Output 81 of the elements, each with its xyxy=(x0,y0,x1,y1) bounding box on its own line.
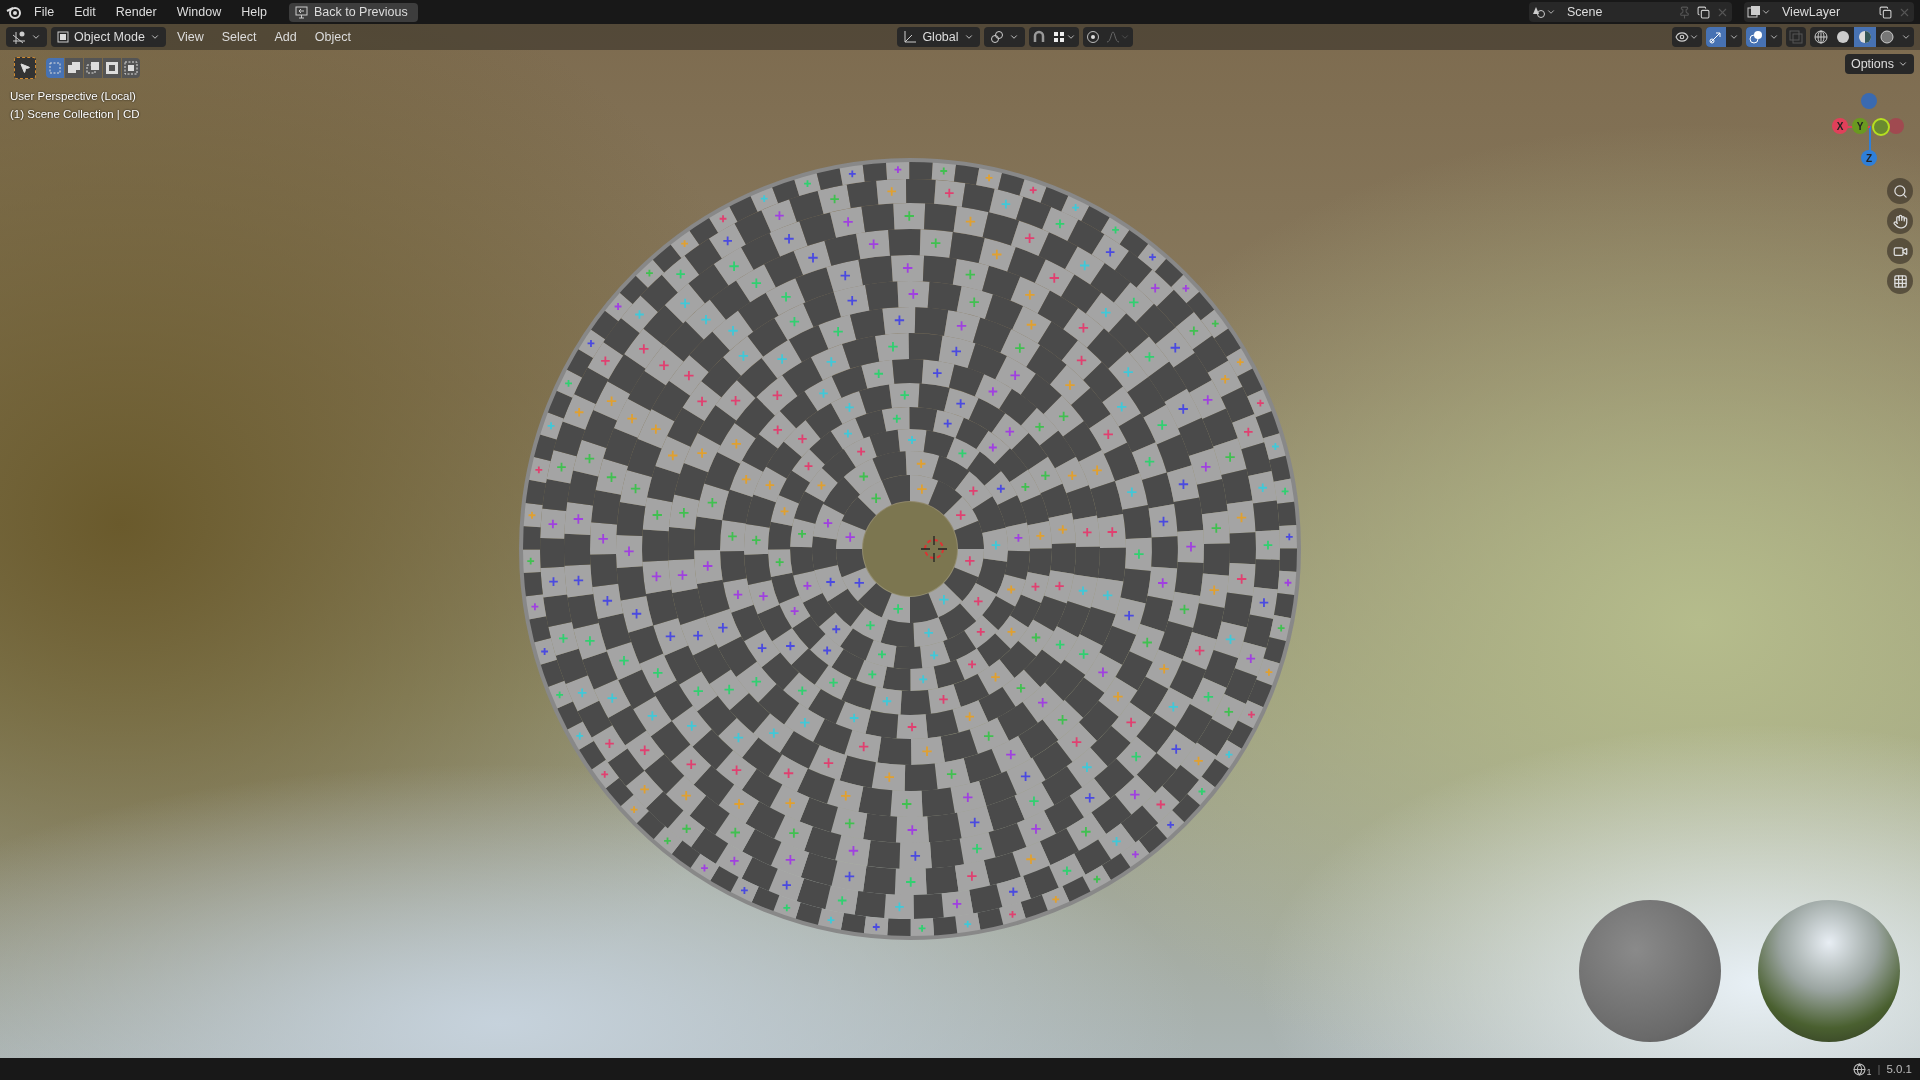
header-menu-item[interactable]: View xyxy=(169,28,211,46)
search-icon xyxy=(1892,183,1908,199)
caret-icon xyxy=(1729,32,1739,42)
overlays-toggle[interactable] xyxy=(1746,27,1766,47)
viewport-info-text: User Perspective (Local) xyxy=(10,90,136,102)
wireframe-sphere-icon xyxy=(1814,30,1828,44)
target-circle-icon xyxy=(1085,30,1100,44)
globe-icon xyxy=(1853,1062,1867,1076)
pivot-dropdown[interactable] xyxy=(983,27,1025,47)
options-dropdown[interactable]: Options xyxy=(1844,54,1914,74)
editor-type-button[interactable] xyxy=(6,27,47,47)
gizmo-arrow-icon xyxy=(1709,30,1723,44)
camera-view-button[interactable] xyxy=(1887,238,1913,264)
menu-item[interactable]: Render xyxy=(107,2,165,22)
caret-icon xyxy=(1546,7,1556,17)
back-to-previous-button[interactable]: Back to Previous xyxy=(288,2,418,22)
mode-dropdown[interactable]: Object Mode xyxy=(51,27,166,47)
select-tool-button[interactable] xyxy=(14,57,36,79)
layers-icon xyxy=(1747,5,1761,19)
scene-icon xyxy=(1532,5,1546,19)
monitor-arrow-icon xyxy=(294,5,308,19)
caret-icon xyxy=(1008,32,1019,42)
app-logo-icon[interactable] xyxy=(6,5,22,19)
copy-icon xyxy=(1879,5,1892,19)
badge-count: 1 xyxy=(1866,1067,1872,1077)
navigation-gizmo[interactable]: X Y Z xyxy=(1826,84,1906,174)
menu-item[interactable]: Edit xyxy=(66,2,104,22)
selection-mode-icon xyxy=(123,60,139,76)
selection-mode-button[interactable] xyxy=(103,58,121,78)
magnet-icon xyxy=(1031,30,1046,44)
header-menu-item[interactable]: Object xyxy=(307,28,358,46)
axes-icon xyxy=(903,30,918,44)
gizmo-toggle[interactable] xyxy=(1706,27,1726,47)
caret-icon xyxy=(1119,32,1130,42)
selection-mode-button[interactable] xyxy=(122,58,140,78)
grid-icon xyxy=(1892,273,1908,289)
selection-mode-icon xyxy=(47,60,63,76)
caret-icon xyxy=(31,32,41,42)
xray-toggle[interactable] xyxy=(1786,27,1806,47)
grid-dots-icon xyxy=(1051,30,1066,44)
hand-icon xyxy=(1892,213,1908,229)
pin-icon xyxy=(1678,5,1691,19)
zoom-button[interactable] xyxy=(1887,178,1913,204)
3d-cursor-icon xyxy=(919,534,949,564)
rendered-sphere-icon xyxy=(1880,30,1894,44)
selection-mode-button[interactable] xyxy=(84,58,102,78)
header-menu-item[interactable]: Select xyxy=(214,28,264,46)
axes-icon xyxy=(12,30,26,44)
shading-mode-button[interactable] xyxy=(1854,27,1876,47)
menu-item[interactable]: File xyxy=(26,2,63,22)
ortho-grid-button[interactable] xyxy=(1887,268,1913,294)
caret-icon xyxy=(1898,59,1908,69)
menu-item[interactable]: Help xyxy=(233,2,275,22)
menu-item[interactable]: Window xyxy=(168,2,230,22)
caret-icon xyxy=(1689,32,1699,42)
separator-text: | xyxy=(1877,1063,1881,1075)
selection-mode-button[interactable] xyxy=(65,58,83,78)
caret-icon xyxy=(1065,32,1076,42)
eye-icon xyxy=(1675,30,1689,44)
solid-sphere-icon xyxy=(1836,30,1850,44)
header-menu-item[interactable]: Add xyxy=(267,28,304,46)
caret-icon xyxy=(1901,32,1911,42)
overlapping-squares-icon xyxy=(1789,30,1803,44)
copy-icon xyxy=(1697,5,1710,19)
falloff-curve-icon xyxy=(1105,30,1120,44)
selection-mode-icon xyxy=(85,60,101,76)
selection-mode-icon xyxy=(66,60,82,76)
selection-mode-icon xyxy=(104,60,120,76)
caret-icon xyxy=(1769,32,1779,42)
cursor-icon xyxy=(19,62,31,74)
version-text: 5.0.1 xyxy=(1886,1063,1912,1075)
material-sphere-icon xyxy=(1858,30,1872,44)
orientation-dropdown[interactable]: Global xyxy=(897,27,980,47)
pan-button[interactable] xyxy=(1887,208,1913,234)
viewport-info-text: (1) Scene Collection | CD xyxy=(10,108,140,120)
overlapping-circles-icon xyxy=(1749,30,1763,44)
pivot-icon xyxy=(989,30,1004,44)
caret-icon xyxy=(963,32,974,42)
cube-icon xyxy=(57,31,69,43)
caret-icon xyxy=(149,32,160,42)
caret-icon xyxy=(1761,7,1771,17)
